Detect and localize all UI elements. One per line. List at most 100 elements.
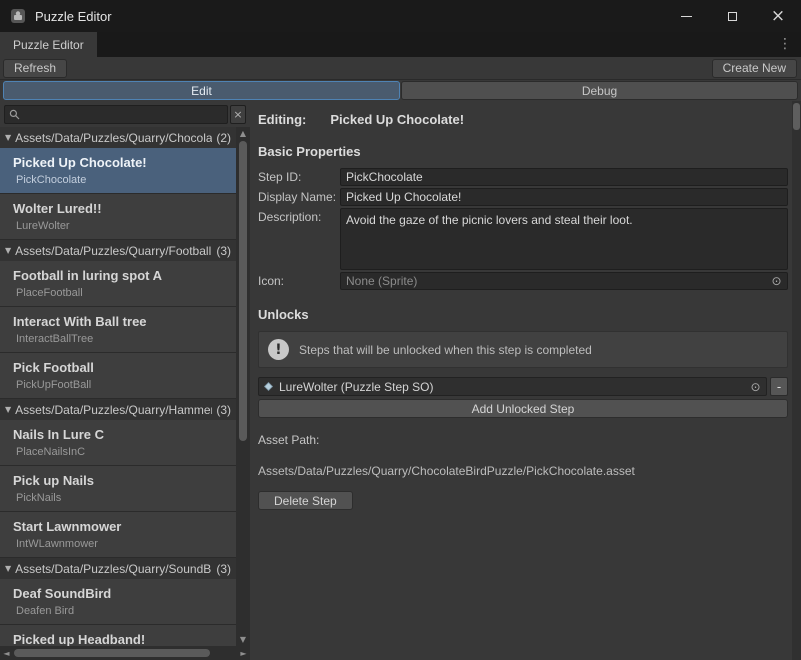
mode-tabs: Edit Debug xyxy=(0,80,801,101)
window-vertical-scrollbar[interactable] xyxy=(792,101,801,660)
item-subtitle: IntWLawnmower xyxy=(13,538,230,550)
object-picker-icon[interactable]: ⊙ xyxy=(769,274,784,288)
search-row: × xyxy=(0,101,250,127)
helpbox-text: Steps that will be unlocked when this st… xyxy=(299,343,592,357)
scrollbar-thumb[interactable] xyxy=(239,141,247,441)
list-item-deaf-soundbird[interactable]: Deaf SoundBird Deafen Bird xyxy=(0,579,236,624)
maximize-button[interactable] xyxy=(709,0,755,32)
group-header-hammer[interactable]: ▼ Assets/Data/Puzzles/Quarry/HammerBi (3… xyxy=(0,399,236,420)
scroll-left-icon[interactable]: ◄ xyxy=(0,646,13,660)
remove-unlock-button[interactable]: - xyxy=(770,377,788,396)
list-item-start-lawnmower[interactable]: Start Lawnmower IntWLawnmower xyxy=(0,512,236,557)
item-subtitle: LureWolter xyxy=(13,220,230,232)
titlebar: Puzzle Editor × xyxy=(0,0,801,32)
app-icon xyxy=(10,8,26,24)
kebab-menu-icon[interactable]: ⋮ xyxy=(778,37,792,51)
search-input[interactable] xyxy=(24,108,223,122)
item-subtitle: Deafen Bird xyxy=(13,605,230,617)
description-row: Description: Avoid the gaze of the picni… xyxy=(258,208,788,270)
item-title: Nails In Lure C xyxy=(13,427,230,442)
item-title: Deaf SoundBird xyxy=(13,586,230,601)
foldout-icon: ▼ xyxy=(5,564,11,573)
list-item-pick-chocolate[interactable]: Picked Up Chocolate! PickChocolate xyxy=(0,148,236,193)
tab-edit[interactable]: Edit xyxy=(3,81,400,100)
minimize-button[interactable] xyxy=(663,0,709,32)
item-title: Start Lawnmower xyxy=(13,519,230,534)
editing-label: Editing: xyxy=(258,112,306,127)
main-content: × ▼ Assets/Data/Puzzles/Quarry/Chocolate… xyxy=(0,101,801,660)
search-icon xyxy=(9,109,20,120)
delete-step-button[interactable]: Delete Step xyxy=(258,491,353,510)
display-name-row: Display Name: xyxy=(258,188,788,206)
group-count: (2) xyxy=(216,131,231,145)
asset-path-label: Asset Path: xyxy=(258,433,788,447)
sidebar-horizontal-scrollbar[interactable]: ◄ ► xyxy=(0,646,250,660)
unlocks-helpbox: ! Steps that will be unlocked when this … xyxy=(258,331,788,368)
display-name-input[interactable] xyxy=(340,188,788,206)
group-label: Assets/Data/Puzzles/Quarry/ChocolateBird… xyxy=(15,131,212,145)
group-label: Assets/Data/Puzzles/Quarry/HammerBi xyxy=(15,403,212,417)
foldout-icon: ▼ xyxy=(5,405,11,414)
description-label: Description: xyxy=(258,208,340,224)
item-subtitle: PlaceNailsInC xyxy=(13,446,230,458)
tab-puzzle-editor[interactable]: Puzzle Editor xyxy=(0,32,97,57)
scrollbar-thumb[interactable] xyxy=(793,103,800,130)
list-item-lure-wolter[interactable]: Wolter Lured!! LureWolter xyxy=(0,194,236,239)
item-subtitle: PickNails xyxy=(13,492,230,504)
scrollbar-thumb[interactable] xyxy=(14,649,210,657)
scriptable-object-icon xyxy=(263,381,274,392)
basic-properties-title: Basic Properties xyxy=(258,144,788,159)
scroll-up-icon[interactable]: ▲ xyxy=(236,127,250,140)
create-new-button[interactable]: Create New xyxy=(712,59,797,78)
puzzle-list-wrap: ▼ Assets/Data/Puzzles/Quarry/ChocolateBi… xyxy=(0,127,250,646)
group-header-football[interactable]: ▼ Assets/Data/Puzzles/Quarry/FootballBir… xyxy=(0,240,236,261)
icon-row: Icon: None (Sprite) ⊙ xyxy=(258,272,788,290)
item-title: Interact With Ball tree xyxy=(13,314,230,329)
foldout-icon: ▼ xyxy=(5,246,11,255)
search-field[interactable] xyxy=(4,105,228,124)
window-title: Puzzle Editor xyxy=(35,9,112,24)
icon-object-value: None (Sprite) xyxy=(346,274,769,288)
sidebar-vertical-scrollbar[interactable]: ▲ ▼ xyxy=(236,127,250,646)
list-item-picked-up-headband[interactable]: Picked up Headband! xyxy=(0,625,236,646)
group-label: Assets/Data/Puzzles/Quarry/FootballBir xyxy=(15,244,212,258)
scroll-right-icon[interactable]: ► xyxy=(237,646,250,660)
tab-debug[interactable]: Debug xyxy=(401,81,798,100)
step-id-row: Step ID: xyxy=(258,168,788,186)
group-count: (3) xyxy=(216,244,231,258)
group-header-chocolate[interactable]: ▼ Assets/Data/Puzzles/Quarry/ChocolateBi… xyxy=(0,127,236,148)
object-picker-icon[interactable]: ⊙ xyxy=(748,380,763,394)
display-name-label: Display Name: xyxy=(258,188,340,204)
item-subtitle: PickChocolate xyxy=(13,174,230,186)
list-item-place-nails[interactable]: Nails In Lure C PlaceNailsInC xyxy=(0,420,236,465)
icon-object-field[interactable]: None (Sprite) ⊙ xyxy=(340,272,788,290)
description-input[interactable]: Avoid the gaze of the picnic lovers and … xyxy=(340,208,788,270)
icon-label: Icon: xyxy=(258,272,340,288)
close-button[interactable]: × xyxy=(755,0,801,32)
item-title: Picked up Headband! xyxy=(13,632,230,646)
step-id-input[interactable] xyxy=(340,168,788,186)
list-item-place-football[interactable]: Football in luring spot A PlaceFootball xyxy=(0,261,236,306)
editing-value: Picked Up Chocolate! xyxy=(330,112,464,127)
inspector-panel: Editing: Picked Up Chocolate! Basic Prop… xyxy=(250,101,792,660)
search-clear-button[interactable]: × xyxy=(230,105,246,124)
item-title: Pick up Nails xyxy=(13,473,230,488)
refresh-button[interactable]: Refresh xyxy=(3,59,67,78)
item-subtitle: InteractBallTree xyxy=(13,333,230,345)
item-title: Picked Up Chocolate! xyxy=(13,155,230,170)
item-subtitle: PickUpFootBall xyxy=(13,379,230,391)
sidebar: × ▼ Assets/Data/Puzzles/Quarry/Chocolate… xyxy=(0,101,250,660)
scroll-down-icon[interactable]: ▼ xyxy=(236,633,250,646)
item-subtitle: PlaceFootball xyxy=(13,287,230,299)
item-title: Wolter Lured!! xyxy=(13,201,230,216)
unlock-object-name: LureWolter (Puzzle Step SO) xyxy=(279,380,743,394)
group-header-soundbird[interactable]: ▼ Assets/Data/Puzzles/Quarry/SoundBird (… xyxy=(0,558,236,579)
add-unlocked-step-button[interactable]: Add Unlocked Step xyxy=(258,399,788,418)
info-icon: ! xyxy=(268,339,289,360)
unlock-object-field[interactable]: LureWolter (Puzzle Step SO) ⊙ xyxy=(258,377,767,396)
group-count: (3) xyxy=(216,562,231,576)
list-item-interact-ball-tree[interactable]: Interact With Ball tree InteractBallTree xyxy=(0,307,236,352)
list-item-pick-football[interactable]: Pick Football PickUpFootBall xyxy=(0,353,236,398)
unlocks-title: Unlocks xyxy=(258,307,788,322)
list-item-pick-nails[interactable]: Pick up Nails PickNails xyxy=(0,466,236,511)
